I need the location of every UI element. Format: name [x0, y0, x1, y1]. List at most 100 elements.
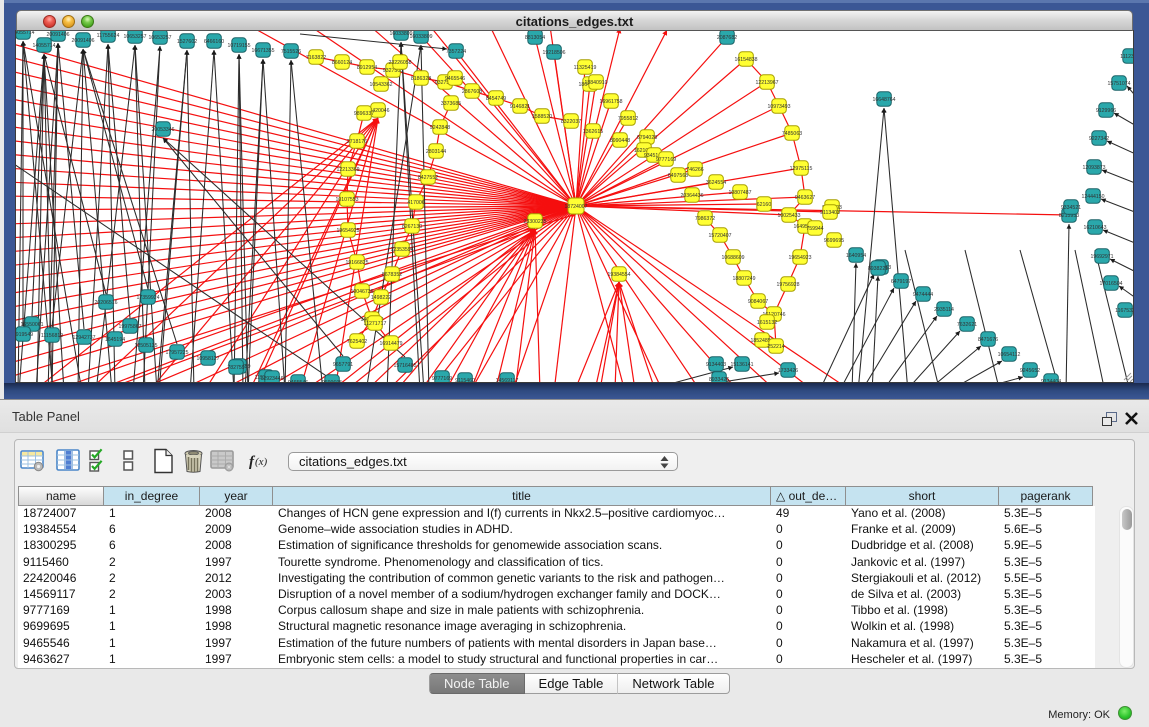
svg-text:2867608: 2867608: [462, 89, 482, 95]
svg-text:10654112: 10654112: [998, 352, 1021, 358]
svg-text:20091406: 20091406: [71, 38, 94, 44]
svg-text:15720407: 15720407: [708, 233, 731, 239]
svg-text:16648764: 16648764: [872, 97, 895, 103]
svg-text:8990448: 8990448: [610, 138, 630, 144]
svg-text:9113403: 9113403: [820, 210, 840, 216]
svg-text:16914479: 16914479: [379, 341, 402, 347]
svg-text:19654923: 19654923: [788, 255, 811, 261]
svg-text:6466160: 6466160: [204, 39, 224, 45]
svg-text:9699695: 9699695: [322, 380, 342, 382]
svg-text:1167533: 1167533: [1115, 308, 1133, 314]
svg-text:12353594: 12353594: [390, 247, 413, 253]
svg-text:(x): (x): [255, 456, 268, 468]
svg-text:19166825: 19166825: [345, 260, 368, 266]
svg-text:11271717: 11271717: [364, 321, 387, 327]
svg-text:12444150: 12444150: [1081, 194, 1104, 200]
svg-text:9777169: 9777169: [432, 376, 452, 382]
svg-text:18807249: 18807249: [732, 276, 755, 282]
svg-text:1588520: 1588520: [532, 114, 552, 120]
svg-text:9474444: 9474444: [913, 292, 933, 298]
svg-text:12213369: 12213369: [336, 167, 359, 173]
svg-text:9465546: 9465546: [445, 76, 465, 82]
svg-text:10719155: 10719155: [227, 43, 250, 49]
svg-text:15136141: 15136141: [730, 362, 753, 368]
svg-text:1527602: 1527602: [177, 39, 197, 45]
svg-text:6794028: 6794028: [637, 135, 657, 141]
svg-text:7485063: 7485063: [782, 131, 802, 137]
svg-text:2087682: 2087682: [717, 35, 737, 41]
svg-text:1362615: 1362615: [583, 129, 603, 135]
svg-text:19654925: 19654925: [336, 228, 359, 234]
svg-text:17957225: 17957225: [165, 350, 188, 356]
svg-text:16961758: 16961758: [599, 99, 622, 105]
svg-text:19756928: 19756928: [776, 282, 799, 288]
svg-text:8267130: 8267130: [402, 224, 422, 230]
svg-text:9657791: 9657791: [333, 362, 353, 368]
svg-text:8322037: 8322037: [561, 119, 581, 125]
svg-text:8933426: 8933426: [709, 377, 729, 382]
svg-text:20206516: 20206516: [94, 300, 117, 306]
svg-text:252214: 252214: [767, 344, 784, 350]
svg-text:10973493: 10973493: [767, 104, 790, 110]
svg-text:12093873: 12093873: [1082, 165, 1105, 171]
svg-text:8813054: 8813054: [525, 35, 545, 41]
svg-text:3373685: 3373685: [441, 101, 461, 107]
svg-text:8186328: 8186328: [411, 76, 431, 82]
svg-text:10107553: 10107553: [335, 197, 358, 203]
svg-text:7986372: 7986372: [695, 216, 715, 222]
svg-text:12923446: 12923446: [260, 376, 283, 382]
svg-text:7955812: 7955812: [618, 116, 638, 122]
svg-text:9463627: 9463627: [795, 195, 815, 201]
svg-text:1640954: 1640954: [846, 253, 866, 259]
svg-text:10653257: 10653257: [123, 34, 146, 40]
svg-text:3919549: 3919549: [16, 332, 33, 338]
svg-text:14569117: 14569117: [496, 378, 519, 382]
svg-text:9134404: 9134404: [1041, 379, 1061, 382]
svg-text:9242848: 9242848: [430, 125, 450, 131]
svg-text:1645194: 1645194: [105, 337, 125, 343]
svg-text:20364436: 20364436: [680, 193, 703, 199]
svg-text:9777169: 9777169: [656, 157, 676, 163]
svg-text:2803144: 2803144: [426, 149, 446, 155]
svg-text:1615132: 1615132: [757, 320, 777, 326]
svg-text:12213967: 12213967: [755, 80, 778, 86]
svg-text:1733426: 1733426: [778, 368, 798, 374]
svg-text:6497568: 6497568: [668, 173, 688, 179]
svg-text:8427552: 8427552: [418, 175, 438, 181]
svg-text:7357224: 7357224: [446, 49, 466, 55]
svg-text:18840910: 18840910: [584, 80, 607, 86]
svg-text:11156819: 11156819: [41, 333, 63, 339]
svg-text:18724007: 18724007: [564, 204, 587, 210]
svg-text:8660124: 8660124: [332, 60, 352, 66]
svg-text:2718176: 2718176: [347, 139, 367, 145]
svg-text:10688609: 10688609: [721, 255, 744, 261]
svg-text:9115460: 9115460: [455, 378, 475, 382]
svg-text:9465546: 9465546: [288, 380, 308, 382]
svg-text:417006: 417006: [407, 200, 424, 206]
svg-text:10807487: 10807487: [728, 190, 751, 196]
svg-text:9134403: 9134403: [706, 362, 726, 368]
svg-text:19384554: 19384554: [607, 272, 630, 278]
svg-text:7515526: 7515526: [281, 49, 301, 55]
svg-text:23226058: 23226058: [388, 60, 411, 66]
svg-text:10025433: 10025433: [777, 213, 800, 219]
svg-text:8912954: 8912954: [357, 65, 377, 71]
svg-text:9084067: 9084067: [748, 299, 768, 305]
svg-text:9896337: 9896337: [354, 111, 374, 117]
svg-text:7163822: 7163822: [306, 55, 326, 61]
svg-text:19218506: 19218506: [542, 50, 565, 56]
svg-text:15716485: 15716485: [393, 363, 416, 369]
svg-text:9699695: 9699695: [824, 238, 844, 244]
svg-text:10958127: 10958127: [196, 356, 219, 362]
svg-text:14055714: 14055714: [16, 31, 35, 36]
svg-text:7632621: 7632621: [957, 322, 977, 328]
svg-text:23300235: 23300235: [523, 219, 546, 225]
svg-text:16154838: 16154838: [734, 57, 757, 63]
svg-text:8454749: 8454749: [486, 96, 506, 102]
svg-text:17016504: 17016504: [1099, 281, 1122, 287]
svg-text:9129966: 9129966: [1096, 108, 1116, 114]
svg-text:16033809: 16033809: [409, 34, 432, 40]
svg-text:12975115: 12975115: [790, 166, 813, 172]
svg-text:16671355: 16671355: [251, 48, 274, 54]
svg-text:19975867: 19975867: [118, 324, 141, 330]
